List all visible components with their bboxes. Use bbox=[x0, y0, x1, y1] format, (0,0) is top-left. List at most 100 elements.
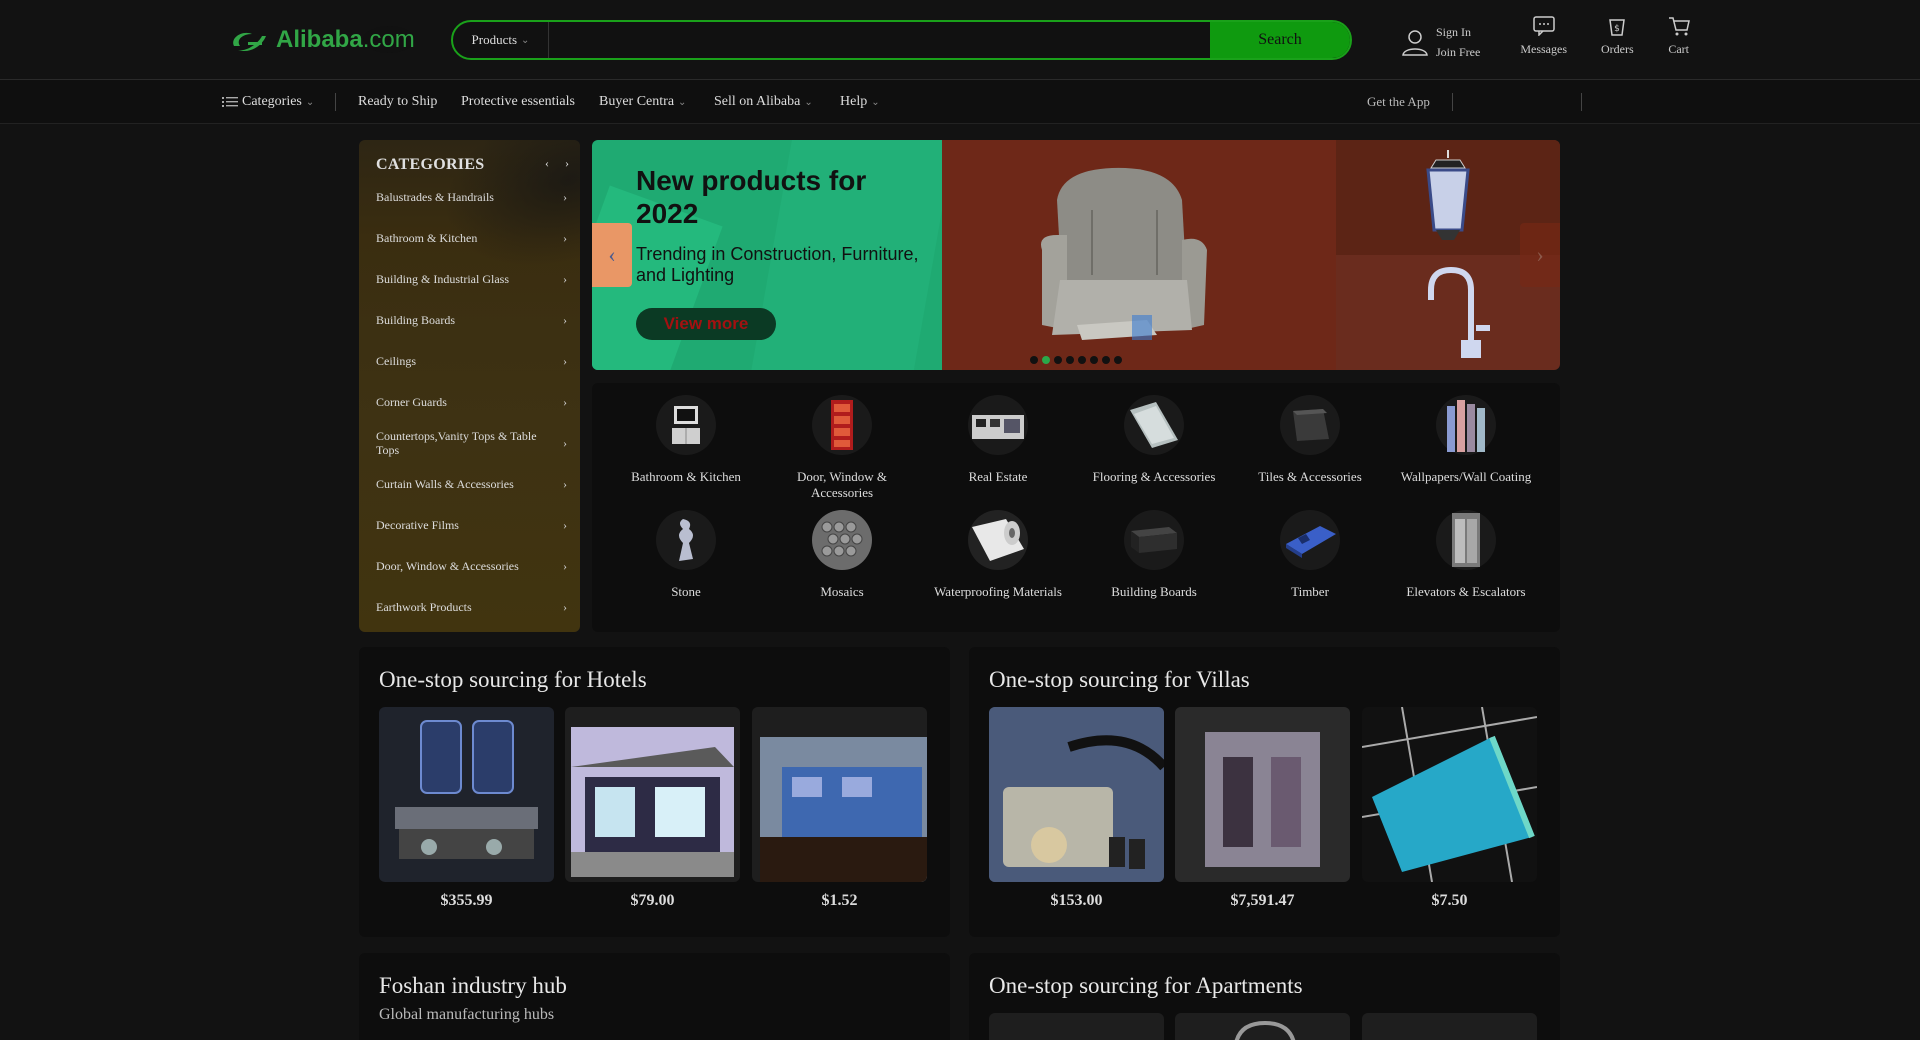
nav-ready-to-ship-label: Ready to Ship bbox=[358, 94, 438, 109]
chevron-right-icon: › bbox=[1536, 242, 1544, 267]
product-tile[interactable]: $7,591.47 bbox=[1175, 707, 1350, 910]
chevron-right-icon: › bbox=[563, 394, 567, 409]
card-hotels[interactable]: One-stop sourcing for Hotels $355.99 $79… bbox=[359, 647, 950, 937]
grid-item-stone[interactable]: Stone bbox=[608, 510, 764, 600]
grid-item-label: Mosaics bbox=[820, 584, 864, 599]
category-item[interactable]: Building Boards › bbox=[359, 299, 580, 340]
grid-item-wallpapers[interactable]: Wallpapers/Wall Coating bbox=[1388, 395, 1544, 485]
grid-item-label: Waterproofing Materials bbox=[934, 584, 1062, 599]
category-item[interactable]: Curtain Walls & Accessories › bbox=[359, 463, 580, 504]
product-image bbox=[1175, 707, 1350, 882]
grid-item-waterproofing[interactable]: Waterproofing Materials bbox=[920, 510, 1076, 600]
nav-divider bbox=[1581, 93, 1582, 111]
nav-get-the-app[interactable]: Get the App bbox=[1367, 80, 1430, 124]
banner-next-button[interactable]: › bbox=[1520, 223, 1560, 287]
nav-categories[interactable]: Categories ⌄ bbox=[222, 80, 314, 124]
cart-button[interactable]: Cart bbox=[1668, 16, 1690, 57]
category-label: Ceilings bbox=[376, 353, 417, 368]
product-tile[interactable] bbox=[1362, 1013, 1537, 1040]
messages-label: Messages bbox=[1520, 42, 1567, 56]
card-title: Foshan industry hub bbox=[379, 973, 567, 998]
product-tile[interactable]: $7.50 bbox=[1362, 707, 1537, 910]
nav-protective-essentials[interactable]: Protective essentials bbox=[461, 80, 575, 124]
category-item[interactable]: Decorative Films › bbox=[359, 504, 580, 545]
search-input[interactable] bbox=[549, 22, 1210, 58]
chevron-down-icon: ⌄ bbox=[521, 34, 530, 46]
nav-ready-to-ship[interactable]: Ready to Ship bbox=[358, 80, 437, 124]
grid-item-mosaics[interactable]: Mosaics bbox=[764, 510, 920, 600]
timber-icon bbox=[1280, 510, 1340, 570]
banner-dot-active[interactable] bbox=[1042, 356, 1050, 364]
banner-prev-button[interactable]: ‹ bbox=[592, 223, 632, 287]
product-price: $355.99 bbox=[440, 892, 493, 909]
grid-item-elevators[interactable]: Elevators & Escalators bbox=[1388, 510, 1544, 600]
banner-dot[interactable] bbox=[1102, 356, 1110, 364]
alibaba-logo-icon bbox=[233, 32, 266, 52]
sign-in-area[interactable]: Sign In Join Free bbox=[1400, 22, 1480, 62]
card-apartments[interactable]: One-stop sourcing for Apartments bbox=[969, 953, 1560, 1040]
grid-item-label: Timber bbox=[1291, 584, 1329, 599]
messages-button[interactable]: Messages bbox=[1520, 16, 1567, 57]
grid-item-flooring[interactable]: Flooring & Accessories bbox=[1076, 395, 1232, 485]
chevron-right-icon: › bbox=[563, 517, 567, 532]
alibaba-logo[interactable]: Alibaba.com bbox=[228, 24, 415, 56]
chevron-right-icon: › bbox=[563, 271, 567, 286]
grid-item-building-boards[interactable]: Building Boards bbox=[1076, 510, 1232, 600]
cabinet-icon bbox=[656, 395, 716, 455]
nav-buyer-central[interactable]: Buyer Centra ⌄ bbox=[599, 80, 686, 124]
logo-name: Alibaba bbox=[276, 26, 363, 53]
product-image bbox=[752, 707, 927, 882]
grid-item-bathroom-kitchen[interactable]: Bathroom & Kitchen bbox=[608, 395, 764, 485]
hero-banner[interactable]: New products for 2022 Trending in Constr… bbox=[592, 140, 1560, 370]
category-item[interactable]: Door, Window & Accessories › bbox=[359, 545, 580, 586]
flooring-icon bbox=[1124, 395, 1184, 455]
category-item[interactable]: Bathroom & Kitchen › bbox=[359, 217, 580, 258]
category-label: Door, Window & Accessories bbox=[376, 558, 519, 573]
grid-item-label: Building Boards bbox=[1111, 584, 1197, 599]
product-tile[interactable] bbox=[1175, 1013, 1350, 1040]
card-foshan-hub[interactable]: Foshan industry hub Global manufacturing… bbox=[359, 953, 950, 1040]
sign-in-link[interactable]: Sign In bbox=[1436, 22, 1480, 42]
nav-protective-label: Protective essentials bbox=[461, 94, 575, 109]
product-tile[interactable]: $79.00 bbox=[565, 707, 740, 910]
grid-item-label: Real Estate bbox=[968, 469, 1028, 484]
grid-item-tiles[interactable]: Tiles & Accessories bbox=[1232, 395, 1388, 485]
product-price: $7,591.47 bbox=[1230, 892, 1295, 909]
chevron-right-icon[interactable]: › bbox=[560, 156, 574, 170]
category-item[interactable]: Balustrades & Handrails › bbox=[359, 176, 580, 217]
category-label: Building Boards bbox=[376, 312, 456, 327]
card-subtitle: Global manufacturing hubs bbox=[379, 1006, 555, 1023]
category-item[interactable]: Earthwork Products › bbox=[359, 586, 580, 627]
grid-item-door-window[interactable]: Door, Window & Accessories bbox=[764, 395, 920, 501]
grid-item-timber[interactable]: Timber bbox=[1232, 510, 1388, 600]
category-item[interactable]: Countertops,Vanity Tops & Table Tops › bbox=[359, 422, 580, 463]
banner-dot[interactable] bbox=[1114, 356, 1122, 364]
banner-dot[interactable] bbox=[1078, 356, 1086, 364]
categories-list: Balustrades & Handrails › Bathroom & Kitc… bbox=[359, 176, 580, 627]
product-tile[interactable]: $355.99 bbox=[379, 707, 554, 910]
banner-dot[interactable] bbox=[1090, 356, 1098, 364]
banner-dot[interactable] bbox=[1054, 356, 1062, 364]
orders-button[interactable]: $ Orders bbox=[1601, 16, 1634, 57]
banner-dot[interactable] bbox=[1030, 356, 1038, 364]
card-villas[interactable]: One-stop sourcing for Villas $153.00 $7,… bbox=[969, 647, 1560, 937]
banner-dot[interactable] bbox=[1066, 356, 1074, 364]
grid-item-real-estate[interactable]: Real Estate bbox=[920, 395, 1076, 485]
product-price: $153.00 bbox=[1050, 892, 1103, 909]
product-tile[interactable]: $153.00 bbox=[989, 707, 1164, 910]
card-title: One-stop sourcing for Villas bbox=[989, 667, 1250, 692]
view-more-button[interactable]: View more bbox=[636, 308, 776, 340]
product-tile[interactable] bbox=[989, 1013, 1164, 1040]
nav-help[interactable]: Help ⌄ bbox=[840, 80, 880, 124]
search-type-dropdown[interactable]: Products ⌄ bbox=[453, 22, 549, 58]
category-item[interactable]: Building & Industrial Glass › bbox=[359, 258, 580, 299]
category-item[interactable]: Corner Guards › bbox=[359, 381, 580, 422]
chevron-left-icon[interactable]: ‹ bbox=[540, 156, 554, 170]
nav-sell-on-alibaba[interactable]: Sell on Alibaba ⌄ bbox=[714, 80, 813, 124]
search-button[interactable]: Search bbox=[1210, 22, 1350, 58]
nav-help-label: Help bbox=[840, 94, 868, 109]
product-tile[interactable]: $1.52 bbox=[752, 707, 927, 910]
grid-item-label: Flooring & Accessories bbox=[1092, 469, 1216, 484]
category-item[interactable]: Ceilings › bbox=[359, 340, 580, 381]
join-free-link[interactable]: Join Free bbox=[1436, 42, 1480, 62]
